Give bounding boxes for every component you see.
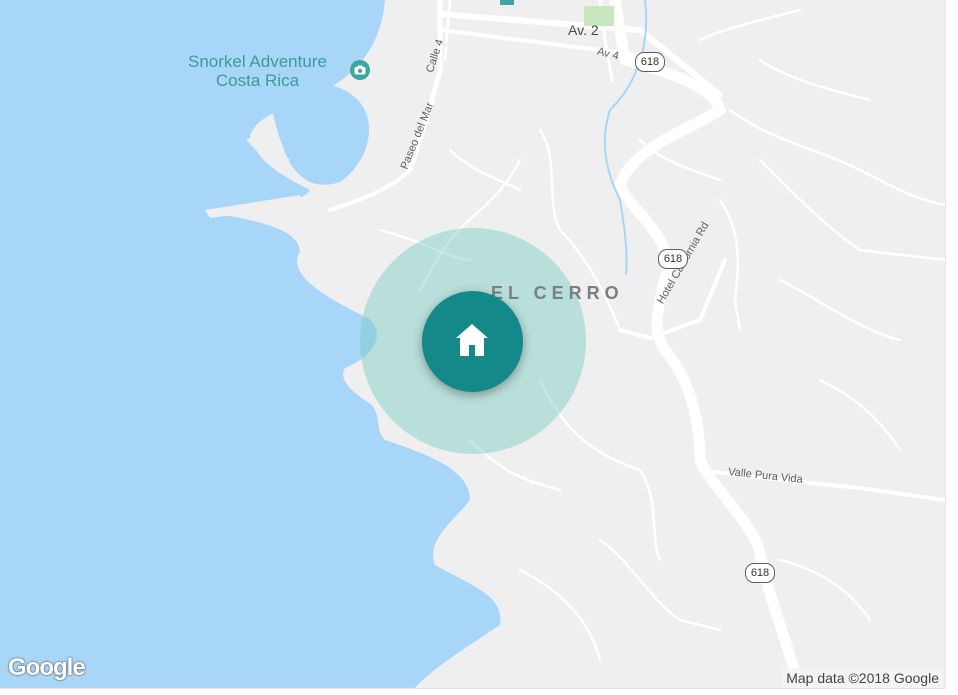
- route-shield: 618: [635, 52, 665, 72]
- poi-label[interactable]: Snorkel Adventure Costa Rica: [188, 52, 327, 90]
- neighborhood-label: EL CERRO: [491, 283, 624, 303]
- route-shield: 618: [658, 249, 688, 269]
- home-icon: [456, 324, 488, 356]
- route-shield: 618: [745, 563, 775, 583]
- bay: [271, 81, 370, 185]
- map-attribution[interactable]: Map data ©2018 Google: [782, 668, 943, 688]
- street-label-av2: Av. 2: [568, 22, 599, 38]
- map-container[interactable]: Snorkel Adventure Costa Rica Av. 2 Av 4 …: [0, 0, 946, 689]
- camera-icon[interactable]: [350, 60, 370, 80]
- google-logo[interactable]: Google: [8, 654, 86, 682]
- home-marker[interactable]: [422, 291, 523, 392]
